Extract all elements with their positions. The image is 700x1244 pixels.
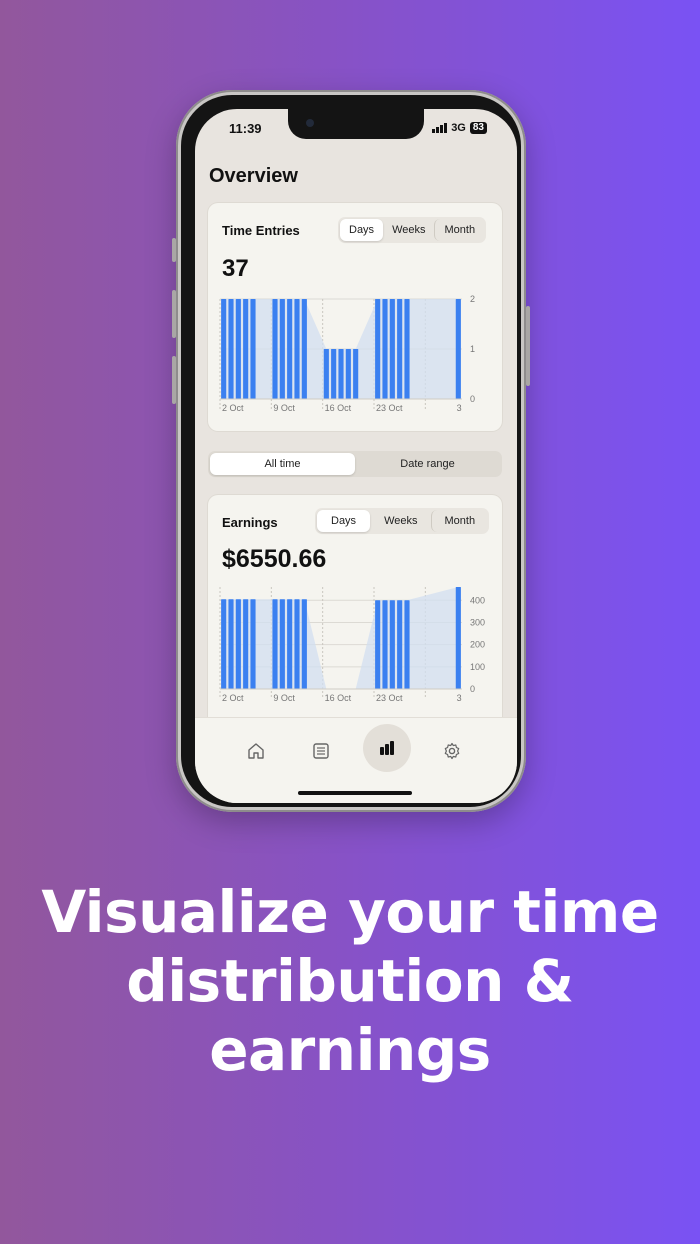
earnings-bar bbox=[404, 600, 410, 689]
camera-icon bbox=[306, 119, 314, 127]
battery-icon: 83 bbox=[469, 122, 487, 134]
network-label: 3G bbox=[451, 122, 466, 134]
time-entries-bar bbox=[294, 299, 300, 399]
earnings-bar bbox=[287, 599, 293, 689]
earnings-x-tick-label: 9 Oct bbox=[273, 693, 295, 703]
time-entries-bar bbox=[301, 299, 307, 399]
home-icon bbox=[248, 743, 264, 759]
time-entries-bar bbox=[397, 299, 403, 399]
time-entries-bar bbox=[279, 299, 285, 399]
earnings-card: Earnings Days Weeks Month $6550.66 0 100 2… bbox=[208, 495, 502, 735]
chart-icon bbox=[380, 741, 394, 755]
time-entries-label: Time Entries bbox=[222, 223, 300, 238]
all-time-option[interactable]: All time bbox=[210, 453, 355, 475]
earnings-y-tick-label: 0 bbox=[470, 684, 475, 694]
time-entries-period-segment: Days Weeks Month bbox=[338, 217, 487, 243]
tab-bar bbox=[195, 717, 517, 803]
earnings-bar bbox=[389, 600, 395, 689]
time-entries-x-tick-label: 3 bbox=[457, 403, 462, 413]
time-entries-bar bbox=[353, 349, 359, 399]
earnings-bar bbox=[221, 599, 227, 689]
earnings-x-tick-label: 3 bbox=[457, 693, 462, 703]
tab-settings[interactable] bbox=[437, 736, 467, 766]
time-entries-bar bbox=[323, 349, 329, 399]
earnings-bar bbox=[294, 599, 300, 689]
tab-weeks[interactable]: Weeks bbox=[383, 219, 434, 241]
earnings-y-tick-label: 100 bbox=[470, 662, 485, 672]
earnings-y-tick-label: 400 bbox=[470, 595, 485, 605]
tab-month[interactable]: Month bbox=[434, 219, 484, 241]
earnings-bar bbox=[397, 600, 403, 689]
phone-frame: 11:39 3G 83 Overview Time Entries Days W… bbox=[172, 90, 530, 812]
date-range-option[interactable]: Date range bbox=[355, 453, 500, 475]
earnings-x-tick-label: 2 Oct bbox=[222, 693, 244, 703]
time-entries-x-tick-label: 16 Oct bbox=[325, 403, 352, 413]
tab-entries[interactable] bbox=[306, 736, 336, 766]
time-entries-total: 37 bbox=[222, 255, 249, 282]
time-entries-x-tick-label: 2 Oct bbox=[222, 403, 244, 413]
earnings-bar bbox=[382, 600, 388, 689]
volume-up-button bbox=[172, 290, 176, 338]
power-button bbox=[526, 306, 530, 386]
time-entries-bar bbox=[382, 299, 388, 399]
signal-icon bbox=[432, 123, 448, 133]
gear-icon bbox=[444, 742, 460, 760]
marketing-headline: Visualize your time distribution & earni… bbox=[41, 878, 659, 1084]
tab-days[interactable]: Days bbox=[340, 219, 384, 241]
earnings-bar bbox=[250, 599, 256, 689]
time-entries-bar bbox=[228, 299, 234, 399]
earnings-x-tick-label: 23 Oct bbox=[376, 693, 403, 703]
tab-home[interactable] bbox=[241, 736, 271, 766]
earnings-chart: 0 100 200 300 400 2 Oct 9 Oct 16 Oct 23 Oct 3 bbox=[219, 587, 485, 703]
time-entries-bar bbox=[272, 299, 278, 399]
time-entries-bar bbox=[235, 299, 241, 399]
time-entries-x-tick-label: 9 Oct bbox=[273, 403, 295, 413]
time-entries-bar bbox=[389, 299, 395, 399]
date-range-toggle: All time Date range bbox=[208, 451, 502, 477]
earnings-x-tick-label: 16 Oct bbox=[325, 693, 352, 703]
time-entries-x-tick-label: 23 Oct bbox=[376, 403, 403, 413]
time-entries-bar bbox=[221, 299, 227, 399]
time-entries-bar bbox=[345, 349, 351, 399]
time-entries-bar bbox=[338, 349, 344, 399]
time-entries-y-tick-label: 2 bbox=[470, 295, 475, 304]
time-entries-bar bbox=[331, 349, 337, 399]
tab-days[interactable]: Days bbox=[317, 510, 371, 532]
volume-down-button bbox=[172, 356, 176, 404]
app-screen: 11:39 3G 83 Overview Time Entries Days W… bbox=[195, 109, 517, 803]
earnings-bar bbox=[455, 587, 461, 689]
earnings-y-tick-label: 200 bbox=[470, 640, 485, 650]
earnings-label: Earnings bbox=[222, 515, 278, 530]
earnings-period-segment: Days Weeks Month bbox=[315, 508, 490, 534]
time-entries-chart: 0 1 2 2 Oct 9 Oct 16 Oct 23 Oct 3 bbox=[219, 295, 475, 413]
notch bbox=[288, 109, 424, 139]
earnings-bar bbox=[375, 600, 381, 689]
list-icon bbox=[313, 743, 329, 759]
earnings-bar bbox=[301, 599, 307, 689]
page-title: Overview bbox=[209, 165, 298, 187]
time-entries-bar bbox=[455, 299, 461, 399]
time-entries-bar bbox=[375, 299, 381, 399]
earnings-area bbox=[223, 587, 459, 689]
earnings-bar bbox=[272, 599, 278, 689]
time-entries-bar bbox=[250, 299, 256, 399]
earnings-bar bbox=[279, 599, 285, 689]
time-entries-bar bbox=[404, 299, 410, 399]
home-indicator bbox=[298, 791, 412, 795]
time-entries-y-tick-label: 0 bbox=[470, 394, 475, 404]
time-entries-card: Time Entries Days Weeks Month 37 0 1 2 2 Oc… bbox=[208, 203, 502, 431]
earnings-bar bbox=[228, 599, 234, 689]
earnings-total: $6550.66 bbox=[222, 545, 327, 573]
time-entries-bar bbox=[287, 299, 293, 399]
earnings-y-tick-label: 300 bbox=[470, 617, 485, 627]
earnings-bar bbox=[235, 599, 241, 689]
mute-switch bbox=[172, 238, 176, 262]
tab-overview[interactable] bbox=[363, 724, 411, 772]
time-entries-bar bbox=[243, 299, 249, 399]
earnings-bar bbox=[243, 599, 249, 689]
status-time: 11:39 bbox=[229, 121, 262, 136]
tab-weeks[interactable]: Weeks bbox=[370, 510, 431, 532]
tab-month[interactable]: Month bbox=[431, 510, 487, 532]
time-entries-y-tick-label: 1 bbox=[470, 344, 475, 354]
